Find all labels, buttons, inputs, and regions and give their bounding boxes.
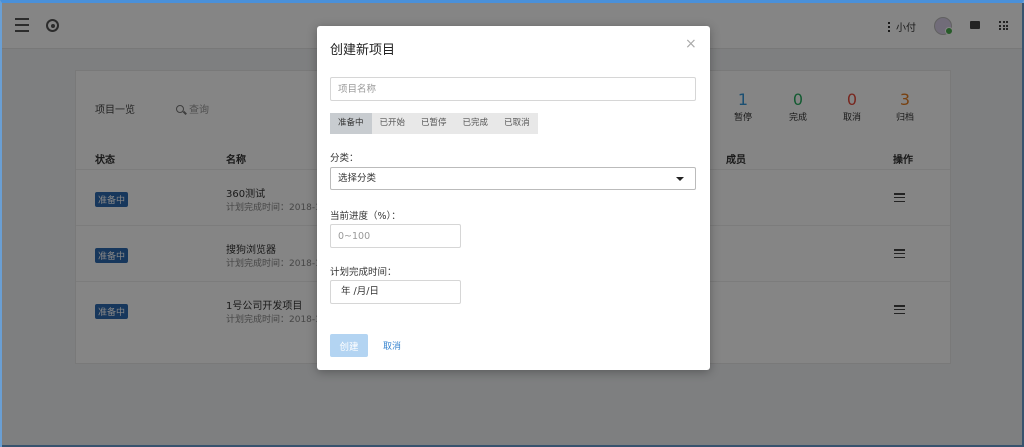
status-tab-cancelled[interactable]: 已取消 bbox=[496, 113, 538, 134]
status-tab-preparing[interactable]: 准备中 bbox=[330, 113, 372, 134]
status-tab-started[interactable]: 已开始 bbox=[372, 113, 414, 134]
status-tab-paused[interactable]: 已暂停 bbox=[413, 113, 455, 134]
dialog-title: 创建新项目 bbox=[330, 43, 396, 58]
category-select-value: 选择分类 bbox=[338, 173, 377, 184]
app-window: 小付 项目一览 查询 2 开始 1 暂停 0 完成 bbox=[0, 0, 1024, 447]
project-name-input[interactable] bbox=[330, 77, 696, 101]
due-date-input[interactable]: 年 /月/日 bbox=[330, 280, 461, 304]
status-tab-group: 准备中 已开始 已暂停 已完成 已取消 bbox=[330, 113, 538, 134]
category-select[interactable]: 选择分类 bbox=[330, 167, 696, 190]
cancel-button[interactable]: 取消 bbox=[383, 339, 401, 352]
status-tab-completed[interactable]: 已完成 bbox=[455, 113, 497, 134]
create-button[interactable]: 创建 bbox=[330, 334, 368, 357]
create-project-dialog: 创建新项目 × 准备中 已开始 已暂停 已完成 已取消 分类： 选择分类 当前进… bbox=[317, 26, 710, 370]
progress-label: 当前进度（%）： bbox=[330, 211, 401, 222]
progress-input[interactable] bbox=[330, 224, 461, 248]
close-icon[interactable]: × bbox=[685, 37, 697, 51]
due-date-label: 计划完成时间： bbox=[330, 267, 397, 278]
category-label: 分类： bbox=[330, 153, 359, 164]
caret-down-icon bbox=[676, 177, 684, 181]
due-date-placeholder: 年 /月/日 bbox=[341, 286, 379, 297]
